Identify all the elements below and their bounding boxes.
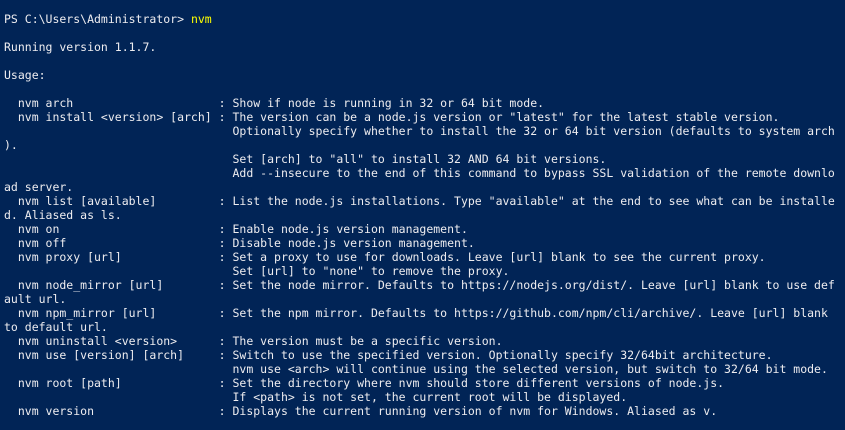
typed-command: nvm [190,12,212,26]
output-line: nvm root [path] : Set the directory wher… [4,376,725,390]
output-line: to default url. [4,320,108,334]
output-line: nvm install <version> [arch] : The versi… [4,110,780,124]
console-output: Running version 1.1.7. Usage: nvm arch : … [4,26,845,418]
output-line: d. Aliased as ls. [4,208,122,222]
output-line: Set [url] to "none" to remove the proxy. [4,264,510,278]
output-line: nvm version : Displays the current runni… [4,404,718,418]
output-line: Usage: [4,68,46,82]
prompt-path: PS C:\Users\Administrator> [4,12,191,26]
output-line: Set [arch] to "all" to install 32 AND 64… [4,152,607,166]
output-line: If <path> is not set, the current root w… [4,390,628,404]
output-line: nvm use <arch> will continue using the s… [4,362,828,376]
output-line: Optionally specify whether to install th… [4,124,835,138]
output-line: nvm node_mirror [url] : Set the node mir… [4,278,835,292]
output-line: nvm on : Enable node.js version manageme… [4,222,468,236]
output-line: ault url. [4,292,67,306]
output-line: nvm npm_mirror [url] : Set the npm mirro… [4,306,828,320]
prompt-line: PS C:\Users\Administrator> nvm [4,12,845,26]
output-line: ad server. [4,180,74,194]
output-line: Add --insecure to the end of this comman… [4,166,835,180]
powershell-console[interactable]: PS C:\Users\Administrator> nvm Running v… [0,0,845,430]
output-line: nvm arch : Show if node is running in 32… [4,96,545,110]
output-line: ). [4,138,18,152]
output-line: nvm proxy [url] : Set a proxy to use for… [4,250,766,264]
output-line: nvm off : Disable node.js version manage… [4,236,475,250]
output-line: nvm list [available] : List the node.js … [4,194,835,208]
output-line: nvm use [version] [arch] : Switch to use… [4,348,773,362]
output-line: Running version 1.1.7. [4,40,157,54]
output-line: nvm uninstall <version> : The version mu… [4,334,503,348]
